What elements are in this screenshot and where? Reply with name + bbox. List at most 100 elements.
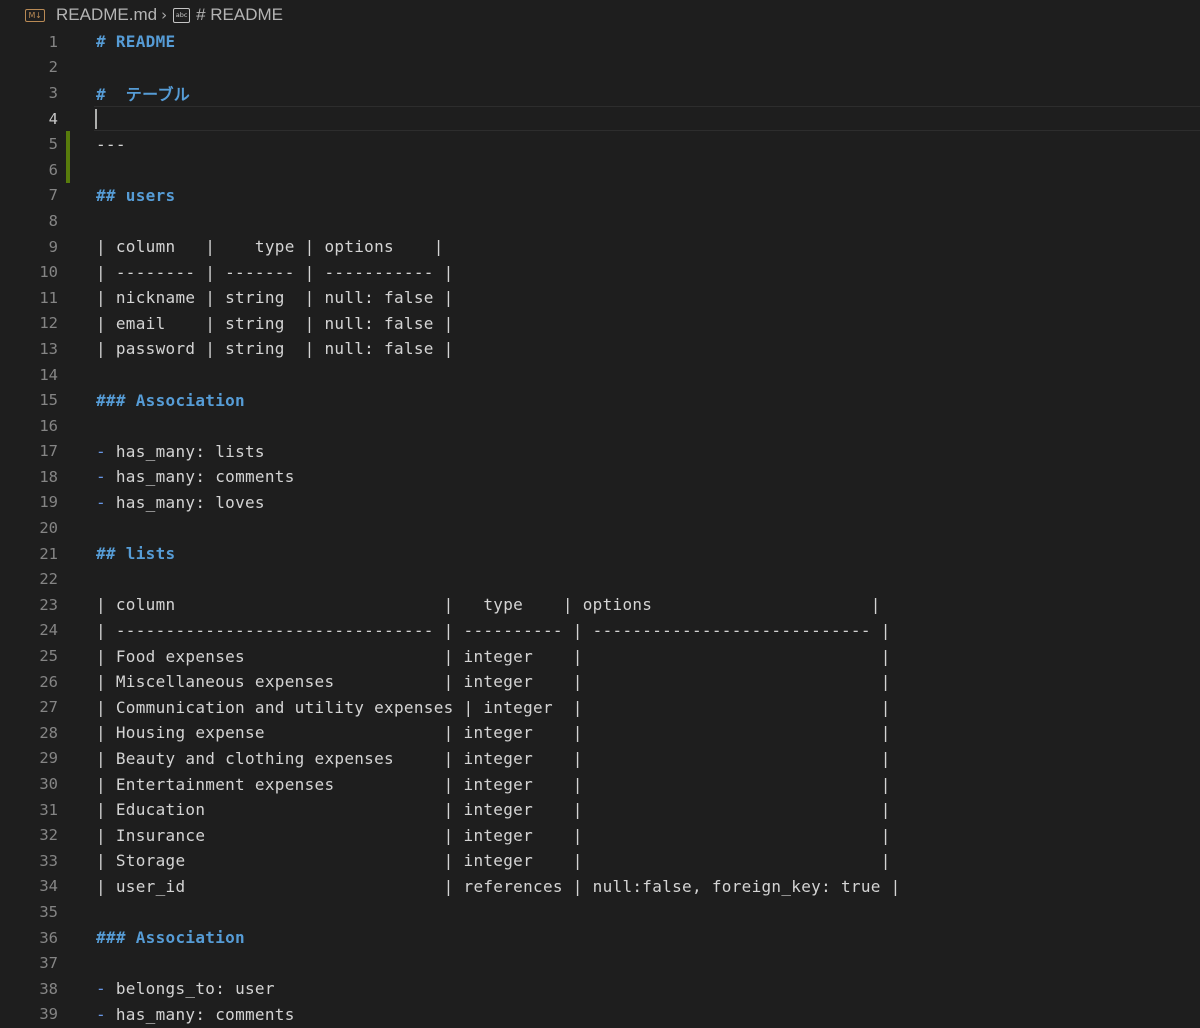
line-text[interactable]: ### Association xyxy=(96,391,245,410)
line-number: 15 xyxy=(39,391,58,410)
line-text[interactable]: | Insurance | integer | | xyxy=(96,826,891,845)
line-number: 13 xyxy=(39,339,58,358)
editor-line[interactable]: 29 | Beauty and clothing expenses | integ… xyxy=(0,746,1200,772)
line-text[interactable]: | Miscellaneous expenses | integer | | xyxy=(96,672,891,691)
editor-line[interactable]: 10 | -------- | ------- | ----------- | xyxy=(0,259,1200,285)
modified-gutter-indicator[interactable] xyxy=(66,156,70,183)
editor-line[interactable]: 12 | email | string | null: false | xyxy=(0,311,1200,337)
editor-line[interactable]: 16 xyxy=(0,413,1200,439)
line-text[interactable]: | Housing expense | integer | | xyxy=(96,723,891,742)
editor-line[interactable]: 15 ### Association xyxy=(0,387,1200,413)
line-number: 25 xyxy=(39,647,58,666)
editor-line[interactable]: 3 # テーブル xyxy=(0,80,1200,106)
editor-line[interactable]: 9 | column | type | options | xyxy=(0,234,1200,260)
line-text[interactable]: - belongs_to: user xyxy=(96,979,275,998)
editor-line[interactable]: 22 xyxy=(0,566,1200,592)
line-number: 34 xyxy=(39,877,58,896)
line-text[interactable]: | Storage | integer | | xyxy=(96,851,891,870)
editor-line[interactable]: 23 | column | type | options | xyxy=(0,592,1200,618)
line-text[interactable]: | -------- | ------- | ----------- | xyxy=(96,263,454,282)
line-number: 8 xyxy=(48,211,58,230)
line-number: 32 xyxy=(39,826,58,845)
line-number: 38 xyxy=(39,979,58,998)
editor-line[interactable]: 6 xyxy=(0,156,1200,183)
line-number: 31 xyxy=(39,800,58,819)
line-number: 29 xyxy=(39,749,58,768)
editor-line[interactable]: 1 # README xyxy=(0,29,1200,55)
editor-line[interactable]: 5 --- xyxy=(0,131,1200,157)
line-text[interactable]: # テーブル xyxy=(96,81,190,105)
code-editor[interactable]: README.md › # README 1 # README 2 3# テーブル45… xyxy=(0,0,1200,1028)
editor-line[interactable]: 8 xyxy=(0,208,1200,234)
editor-line[interactable]: 26 | Miscellaneous expenses | integer | | xyxy=(0,669,1200,695)
line-text[interactable]: | Beauty and clothing expenses | integer… xyxy=(96,749,891,768)
editor-line[interactable]: 30 | Entertainment expenses | integer | | xyxy=(0,771,1200,797)
editor-line[interactable]: 37 xyxy=(0,950,1200,976)
line-number: 33 xyxy=(39,851,58,870)
breadcrumb-file[interactable]: README.md xyxy=(56,5,157,25)
editor-line[interactable]: 14 xyxy=(0,362,1200,388)
editor-line[interactable]: 28 | Housing expense | integer | | xyxy=(0,720,1200,746)
editor-line[interactable]: 35 xyxy=(0,899,1200,925)
line-text[interactable]: | -------------------------------- | ---… xyxy=(96,621,891,640)
editor-line[interactable]: 24 | -------------------------------- | -… xyxy=(0,618,1200,644)
breadcrumb: README.md › # README xyxy=(0,0,1200,30)
editor-line[interactable]: 27 | Communication and utility expenses |… xyxy=(0,694,1200,720)
line-text[interactable]: --- xyxy=(96,135,126,154)
editor-line[interactable]: 25 | Food expenses | integer | | xyxy=(0,643,1200,669)
editor-line[interactable]: 2 xyxy=(0,55,1200,81)
editor-line[interactable]: 7 ## users xyxy=(0,183,1200,209)
editor-line[interactable]: 34 | user_id | references | null:false, f… xyxy=(0,874,1200,900)
editor-line[interactable]: 32 | Insurance | integer | | xyxy=(0,822,1200,848)
line-number: 12 xyxy=(39,314,58,333)
line-text[interactable]: ## users xyxy=(96,186,175,205)
editor-line[interactable]: 31 | Education | integer | | xyxy=(0,797,1200,823)
editor-lines[interactable]: 1 # README 2 3 # テーブル 4 5 --- 6 7 ## users 8 9 | colu… xyxy=(0,29,1200,1027)
editor-line[interactable]: 33 | Storage | integer | | xyxy=(0,848,1200,874)
breadcrumb-symbol[interactable]: # README xyxy=(196,5,283,25)
line-text[interactable]: | Entertainment expenses | integer | | xyxy=(96,775,891,794)
editor-line[interactable]: 17 - has_many: lists xyxy=(0,439,1200,465)
line-text[interactable]: | column | type | options | xyxy=(96,595,881,614)
line-number: 11 xyxy=(39,288,58,307)
line-number: 2 xyxy=(48,58,58,77)
line-text[interactable]: | Communication and utility expenses | i… xyxy=(96,698,891,717)
line-text[interactable]: | email | string | null: false | xyxy=(96,314,454,333)
editor-line[interactable]: 13 | password | string | null: false | xyxy=(0,336,1200,362)
text-cursor xyxy=(95,108,97,129)
line-text[interactable]: | password | string | null: false | xyxy=(96,339,454,358)
line-text[interactable]: - has_many: lists xyxy=(96,442,265,461)
line-text[interactable]: | nickname | string | null: false | xyxy=(96,288,454,307)
editor-line[interactable]: 38 - belongs_to: user xyxy=(0,976,1200,1002)
line-text[interactable]: | Education | integer | | xyxy=(96,800,891,819)
line-text[interactable]: # README xyxy=(96,32,175,51)
markdown-file-icon xyxy=(25,8,45,22)
line-number: 14 xyxy=(39,365,58,384)
line-number: 19 xyxy=(39,493,58,512)
line-text[interactable]: | column | type | options | xyxy=(96,237,444,256)
line-number: 9 xyxy=(48,237,58,256)
editor-line[interactable]: 18 - has_many: comments xyxy=(0,464,1200,490)
modified-gutter-indicator[interactable] xyxy=(66,131,70,157)
line-text[interactable]: | user_id | references | null:false, for… xyxy=(96,877,901,896)
list-item-text: belongs_to: user xyxy=(105,979,275,999)
editor-line[interactable]: 11 | nickname | string | null: false | xyxy=(0,285,1200,311)
editor-line[interactable]: 19 - has_many: loves xyxy=(0,490,1200,516)
list-bullet: - xyxy=(96,492,106,512)
line-text[interactable]: ## lists xyxy=(96,544,175,563)
line-number: 39 xyxy=(39,1005,58,1024)
editor-line[interactable]: 21 ## lists xyxy=(0,541,1200,567)
editor-line[interactable]: 39 - has_many: comments xyxy=(0,1002,1200,1028)
line-number: 1 xyxy=(48,32,58,51)
line-text[interactable]: - has_many: comments xyxy=(96,467,295,486)
line-text[interactable]: - has_many: comments xyxy=(96,1005,295,1024)
editor-line[interactable]: 4 xyxy=(0,105,1200,132)
line-text[interactable]: - has_many: loves xyxy=(96,493,265,512)
editor-line[interactable]: 36 ### Association xyxy=(0,925,1200,951)
line-text[interactable]: ### Association xyxy=(96,928,245,947)
line-number: 37 xyxy=(39,954,58,973)
editor-line[interactable]: 20 xyxy=(0,515,1200,541)
line-number: 35 xyxy=(39,902,58,921)
line-text[interactable]: | Food expenses | integer | | xyxy=(96,647,891,666)
line-number: 30 xyxy=(39,775,58,794)
